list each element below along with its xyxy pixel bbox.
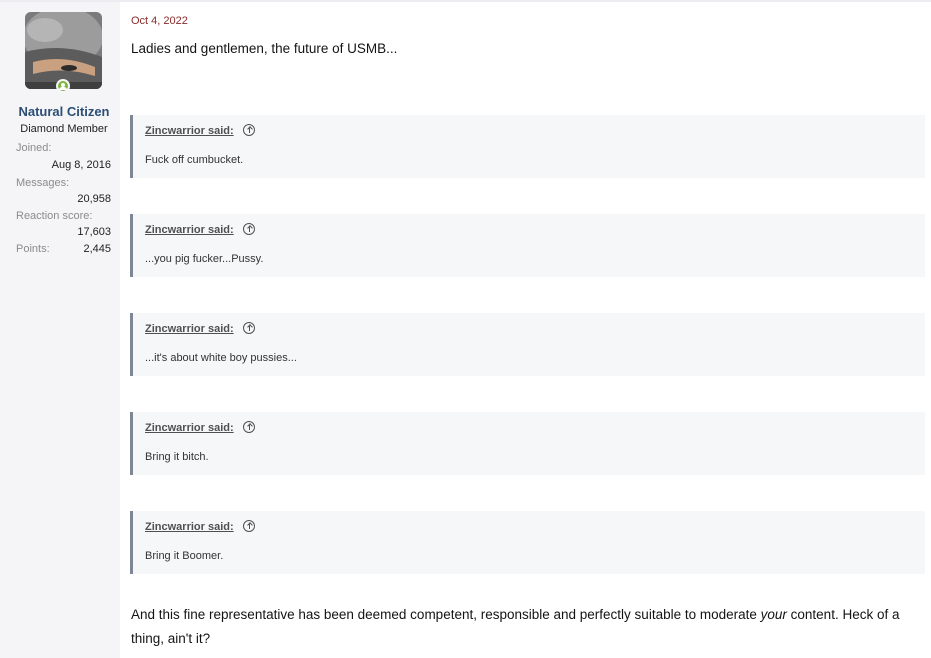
messages-value[interactable]: 20,958 (77, 193, 111, 205)
quote-block: Zincwarrior said: Bring it Boomer. (130, 511, 925, 574)
quote-text: Bring it bitch. (145, 451, 209, 463)
quote-author-link[interactable]: Zincwarrior said: (145, 224, 234, 236)
circle-arrow-up-icon[interactable] (243, 322, 255, 334)
online-status-icon (56, 79, 70, 93)
quote-text: Bring it Boomer. (145, 550, 224, 562)
avatar-image (25, 12, 102, 89)
circle-arrow-up-icon[interactable] (243, 124, 255, 136)
messages-label: Messages: (16, 177, 70, 189)
quote-text: ...it's about white boy pussies... (145, 352, 297, 364)
points-value[interactable]: 2,445 (83, 243, 111, 255)
avatar[interactable] (25, 12, 102, 89)
circle-arrow-up-icon[interactable] (243, 421, 255, 433)
quote-block: Zincwarrior said: Bring it bitch. (130, 412, 925, 475)
joined-label: Joined: (16, 142, 52, 154)
message-user-sidebar (0, 2, 120, 658)
post-outro-text: And this fine representative has been de… (131, 603, 926, 651)
quote-block: Zincwarrior said: Fuck off cumbucket. (130, 115, 925, 178)
quote-block: Zincwarrior said: ...it's about white bo… (130, 313, 925, 376)
post-outro-part1: And this fine representative has been de… (131, 607, 761, 622)
circle-arrow-up-icon[interactable] (243, 520, 255, 532)
post-outro-emphasis: your (760, 607, 787, 622)
post-date-link[interactable]: Oct 4, 2022 (131, 15, 188, 27)
username-link[interactable]: Natural Citizen (0, 104, 128, 119)
post-intro-text: Ladies and gentlemen, the future of USMB… (131, 41, 398, 56)
joined-value: Aug 8, 2016 (51, 159, 111, 171)
quote-author-link[interactable]: Zincwarrior said: (145, 521, 234, 533)
reaction-score-label: Reaction score: (16, 210, 93, 222)
quote-author-link[interactable]: Zincwarrior said: (145, 323, 234, 335)
circle-arrow-up-icon[interactable] (243, 223, 255, 235)
points-label: Points: (16, 243, 50, 255)
reaction-score-value: 17,603 (77, 226, 111, 238)
user-title: Diamond Member (20, 123, 108, 135)
top-divider (0, 0, 931, 2)
quote-text: Fuck off cumbucket. (145, 154, 244, 166)
quote-author-link[interactable]: Zincwarrior said: (145, 125, 234, 137)
quote-block: Zincwarrior said: ...you pig fucker...Pu… (130, 214, 925, 277)
quote-text: ...you pig fucker...Pussy. (145, 253, 264, 265)
quote-author-link[interactable]: Zincwarrior said: (145, 422, 234, 434)
